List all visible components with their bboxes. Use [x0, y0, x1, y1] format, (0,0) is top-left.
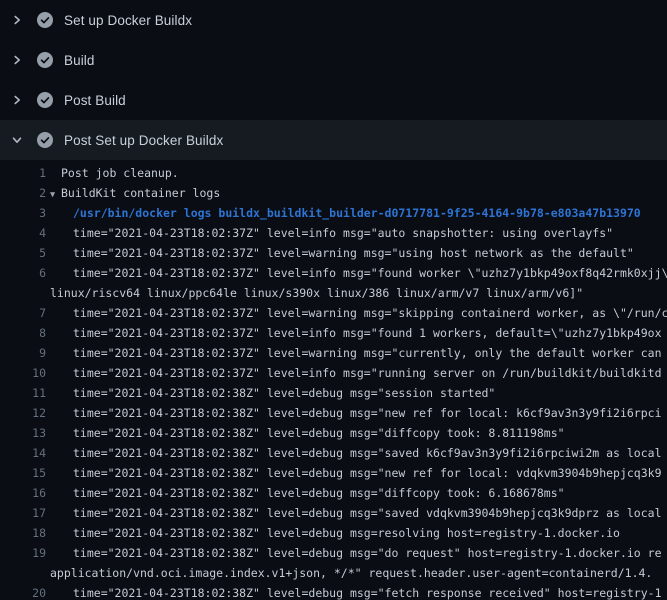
line-number[interactable]: 15 — [0, 463, 46, 483]
log-line: 15 time="2021-04-23T18:02:38Z" level=deb… — [0, 463, 667, 483]
line-number[interactable]: 7 — [0, 303, 46, 323]
line-content: time="2021-04-23T18:02:38Z" level=debug … — [46, 523, 620, 543]
line-content: time="2021-04-23T18:02:37Z" level=info m… — [46, 323, 662, 343]
log-area: 1 Post job cleanup. 2 ▼BuildKit containe… — [0, 160, 667, 600]
step-row[interactable]: Set up Docker Buildx — [0, 0, 667, 40]
check-circle-icon — [37, 132, 53, 148]
line-number[interactable] — [0, 283, 46, 303]
log-line: 11 time="2021-04-23T18:02:38Z" level=deb… — [0, 383, 667, 403]
log-line: 18 time="2021-04-23T18:02:38Z" level=deb… — [0, 523, 667, 543]
log-line: 10 time="2021-04-23T18:02:37Z" level=inf… — [0, 363, 667, 383]
line-number[interactable]: 16 — [0, 483, 46, 503]
log-line: 2 ▼BuildKit container logs — [0, 183, 667, 203]
log-line: 1 Post job cleanup. — [0, 163, 667, 183]
line-content: time="2021-04-23T18:02:38Z" level=debug … — [46, 463, 662, 483]
line-content: /usr/bin/docker logs buildx_buildkit_bui… — [46, 203, 641, 223]
line-content: time="2021-04-23T18:02:38Z" level=debug … — [46, 443, 662, 463]
line-content: time="2021-04-23T18:02:37Z" level=info m… — [46, 223, 613, 243]
chevron-right-icon[interactable] — [11, 94, 23, 106]
line-content: time="2021-04-23T18:02:37Z" level=info m… — [46, 263, 667, 283]
chevron-right-icon[interactable] — [11, 14, 23, 26]
line-number[interactable]: 20 — [0, 583, 46, 600]
log-line: 5 time="2021-04-23T18:02:37Z" level=warn… — [0, 243, 667, 263]
line-number[interactable]: 19 — [0, 543, 46, 563]
line-content: time="2021-04-23T18:02:38Z" level=debug … — [46, 503, 662, 523]
step-row[interactable]: Post Build — [0, 80, 667, 120]
line-number[interactable]: 4 — [0, 223, 46, 243]
line-content: time="2021-04-23T18:02:38Z" level=debug … — [46, 583, 662, 600]
step-row[interactable]: Build — [0, 40, 667, 80]
step-label: Set up Docker Buildx — [64, 13, 192, 28]
line-number[interactable]: 8 — [0, 323, 46, 343]
line-content: time="2021-04-23T18:02:38Z" level=debug … — [46, 483, 565, 503]
step-label: Post Build — [64, 93, 126, 108]
log-line: 12 time="2021-04-23T18:02:38Z" level=deb… — [0, 403, 667, 423]
line-number[interactable]: 10 — [0, 363, 46, 383]
log-line: 19 time="2021-04-23T18:02:38Z" level=deb… — [0, 543, 667, 563]
log-line: 16 time="2021-04-23T18:02:38Z" level=deb… — [0, 483, 667, 503]
log-line: 7 time="2021-04-23T18:02:37Z" level=warn… — [0, 303, 667, 323]
line-number[interactable]: 1 — [0, 163, 46, 183]
line-content: Post job cleanup. — [46, 163, 179, 183]
log-line: 8 time="2021-04-23T18:02:37Z" level=info… — [0, 323, 667, 343]
line-content: time="2021-04-23T18:02:37Z" level=warnin… — [46, 343, 662, 363]
line-number[interactable]: 12 — [0, 403, 46, 423]
log-line: 9 time="2021-04-23T18:02:37Z" level=warn… — [0, 343, 667, 363]
line-content: time="2021-04-23T18:02:37Z" level=warnin… — [46, 303, 667, 323]
line-number[interactable]: 9 — [0, 343, 46, 363]
chevron-down-icon[interactable] — [11, 134, 23, 146]
check-circle-icon — [37, 52, 53, 68]
line-number[interactable]: 3 — [0, 203, 46, 223]
line-content: time="2021-04-23T18:02:38Z" level=debug … — [46, 423, 565, 443]
log-line: 3 /usr/bin/docker logs buildx_buildkit_b… — [0, 203, 667, 223]
check-circle-icon — [37, 12, 53, 28]
log-line: 4 time="2021-04-23T18:02:37Z" level=info… — [0, 223, 667, 243]
chevron-right-icon[interactable] — [11, 54, 23, 66]
line-number[interactable]: 6 — [0, 263, 46, 283]
log-line: 17 time="2021-04-23T18:02:38Z" level=deb… — [0, 503, 667, 523]
line-number[interactable]: 13 — [0, 423, 46, 443]
line-number[interactable]: 14 — [0, 443, 46, 463]
step-label: Build — [64, 53, 95, 68]
check-circle-icon — [37, 92, 53, 108]
line-number[interactable]: 17 — [0, 503, 46, 523]
line-content: time="2021-04-23T18:02:37Z" level=warnin… — [46, 243, 634, 263]
line-content: linux/riscv64 linux/ppc64le linux/s390x … — [46, 283, 583, 303]
log-line: 13 time="2021-04-23T18:02:38Z" level=deb… — [0, 423, 667, 443]
line-number[interactable]: 11 — [0, 383, 46, 403]
log-line: 14 time="2021-04-23T18:02:38Z" level=deb… — [0, 443, 667, 463]
step-row[interactable]: Post Set up Docker Buildx — [0, 120, 667, 160]
line-content: time="2021-04-23T18:02:38Z" level=debug … — [46, 403, 662, 423]
line-number[interactable] — [0, 563, 46, 583]
line-content: time="2021-04-23T18:02:37Z" level=info m… — [46, 363, 662, 383]
line-number[interactable]: 2 — [0, 183, 46, 203]
actions-log-viewer: Set up Docker Buildx Build Post Build Po… — [0, 0, 667, 600]
line-content: time="2021-04-23T18:02:38Z" level=debug … — [46, 543, 662, 563]
line-number[interactable]: 5 — [0, 243, 46, 263]
line-content: application/vnd.oci.image.index.v1+json,… — [46, 563, 652, 583]
steps-list: Set up Docker Buildx Build Post Build Po… — [0, 0, 667, 160]
line-number[interactable]: 18 — [0, 523, 46, 543]
line-content: time="2021-04-23T18:02:38Z" level=debug … — [46, 383, 495, 403]
line-content: ▼BuildKit container logs — [46, 183, 220, 203]
log-line: linux/riscv64 linux/ppc64le linux/s390x … — [0, 283, 667, 303]
log-group-caret-icon[interactable]: ▼ — [50, 185, 61, 205]
log-line: application/vnd.oci.image.index.v1+json,… — [0, 563, 667, 583]
log-line: 20 time="2021-04-23T18:02:38Z" level=deb… — [0, 583, 667, 600]
step-label: Post Set up Docker Buildx — [64, 133, 223, 148]
log-line: 6 time="2021-04-23T18:02:37Z" level=info… — [0, 263, 667, 283]
